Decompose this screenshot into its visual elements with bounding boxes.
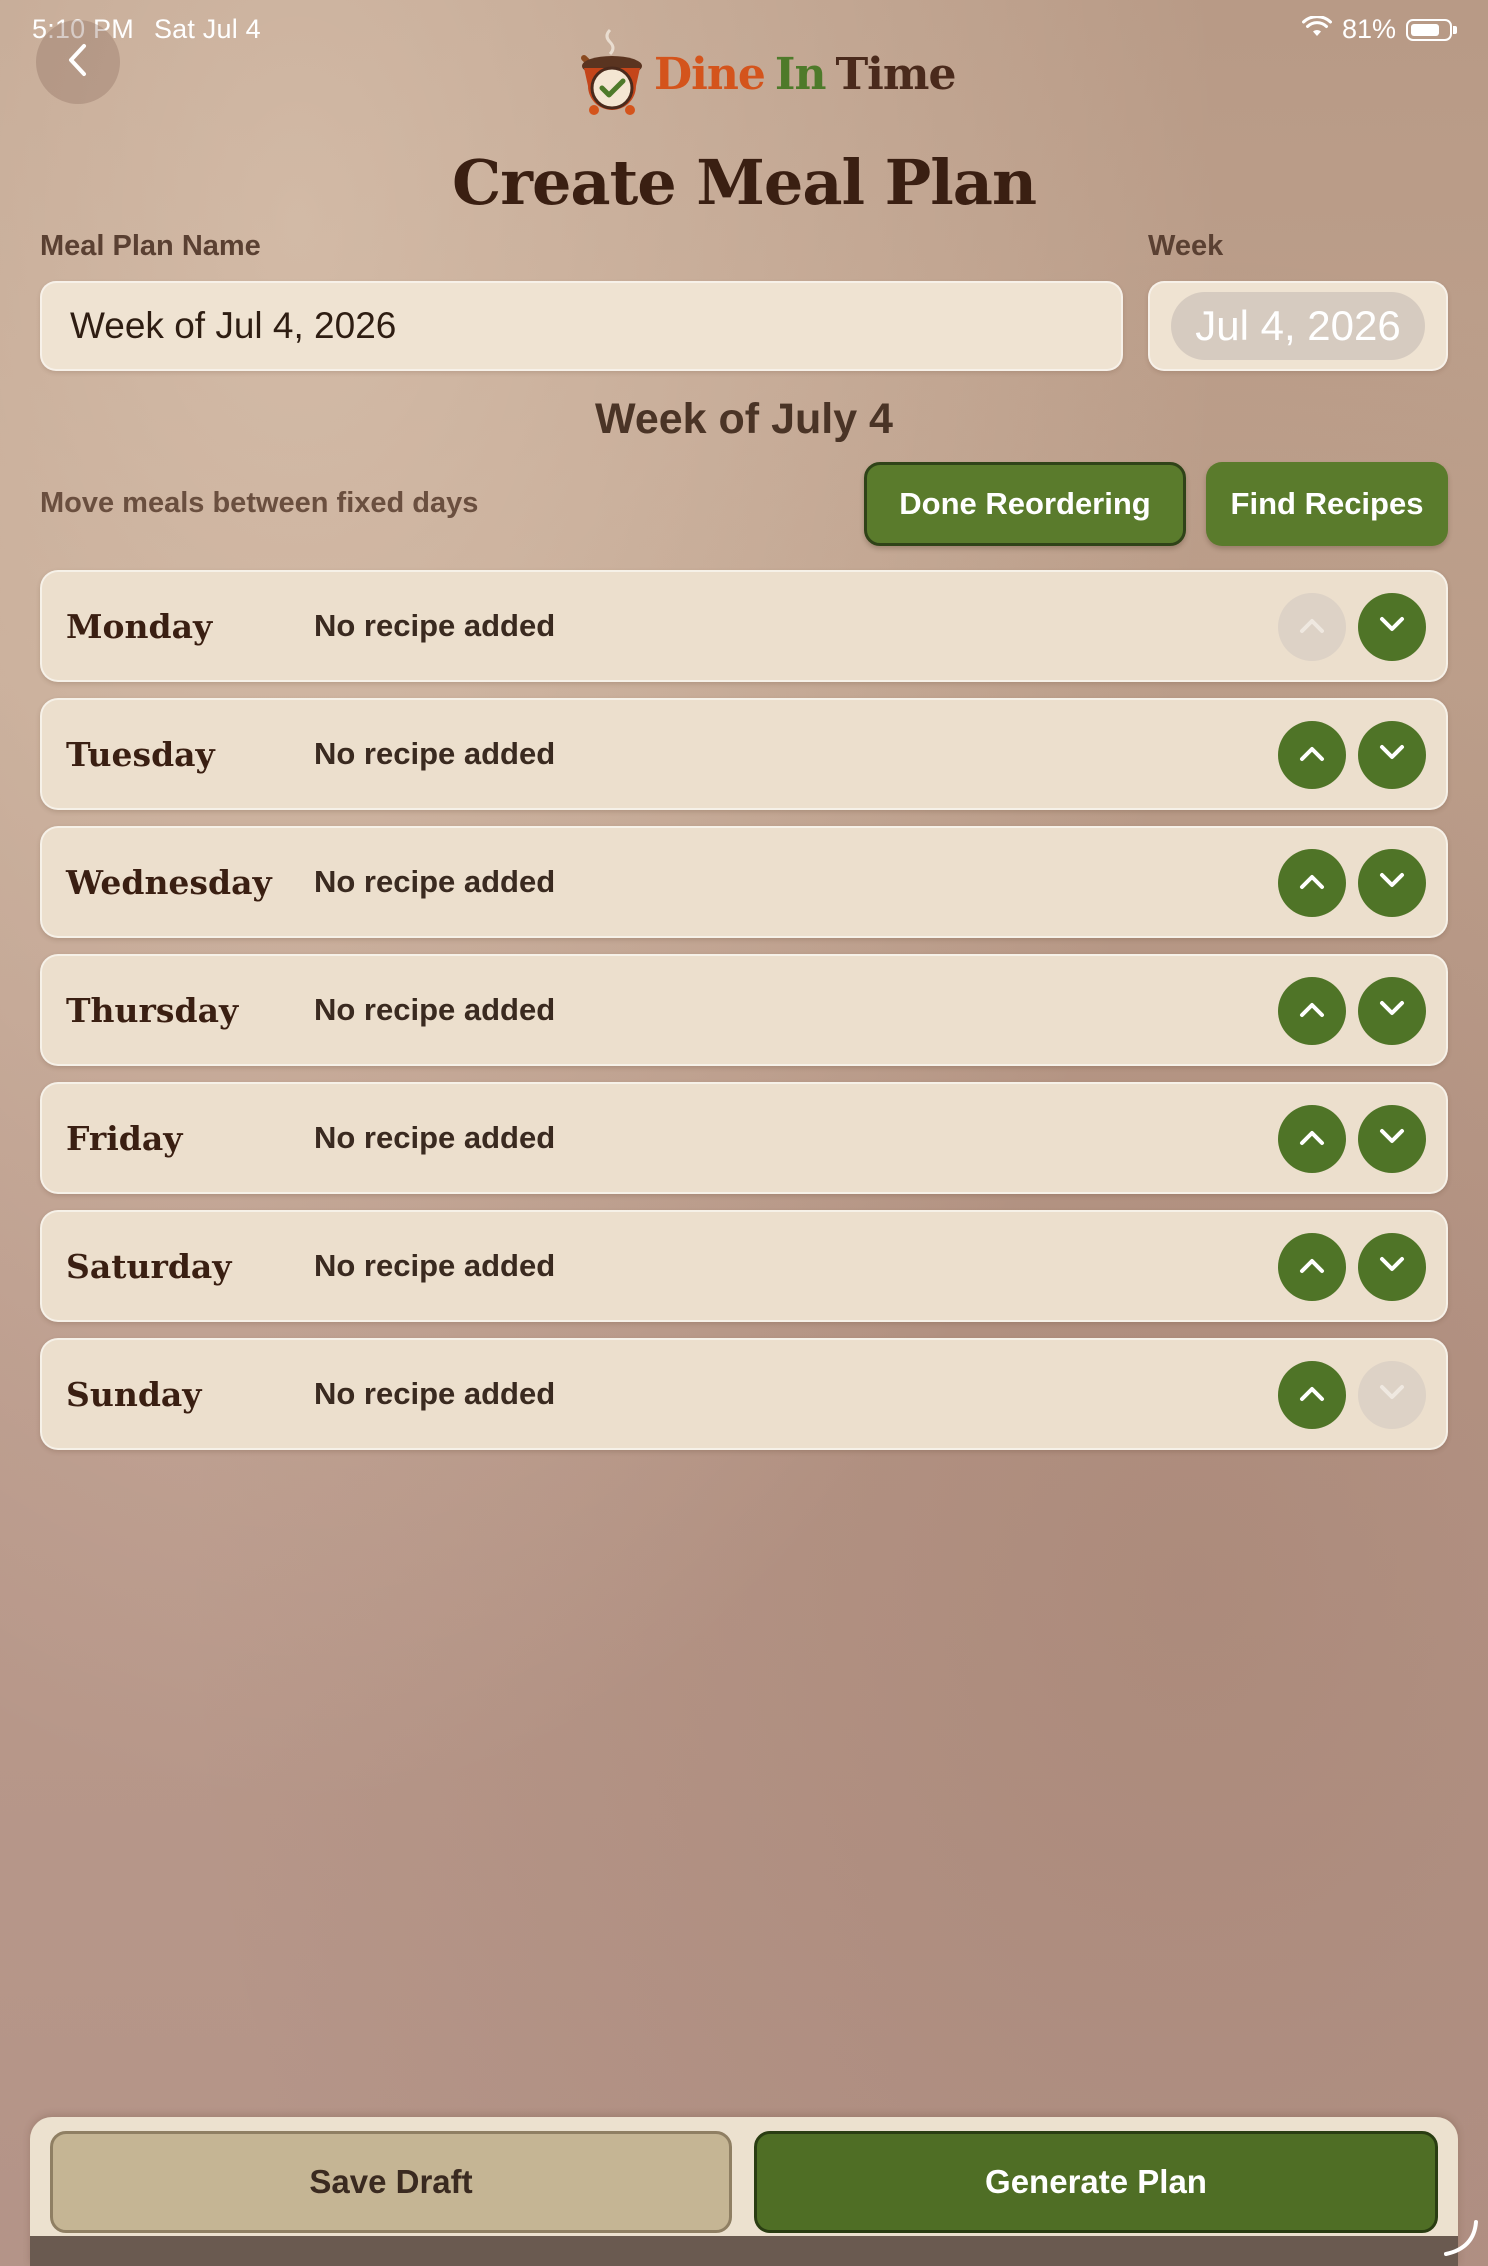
chevron-down-icon [1378, 1384, 1406, 1407]
move-down-button-sunday [1358, 1361, 1426, 1429]
day-row-thursday[interactable]: Thursday No recipe added [40, 954, 1448, 1066]
move-up-button-monday [1278, 593, 1346, 661]
logo-dine: Dine [654, 48, 766, 100]
status-bar-right: 81% [1301, 14, 1457, 45]
day-name: Wednesday [66, 862, 272, 902]
day-row-wednesday[interactable]: Wednesday No recipe added [40, 826, 1448, 938]
day-name: Saturday [66, 1246, 232, 1286]
day-name: Monday [66, 606, 213, 646]
chevron-down-icon [1378, 1000, 1406, 1023]
move-up-button-wednesday[interactable] [1278, 849, 1346, 917]
chevron-up-icon [1298, 1384, 1326, 1407]
chevron-up-icon [1298, 616, 1326, 639]
wifi-icon [1301, 14, 1332, 45]
move-up-button-saturday[interactable] [1278, 1233, 1346, 1301]
generate-plan-button[interactable]: Generate Plan [754, 2131, 1438, 2233]
day-recipe-status: No recipe added [314, 608, 556, 643]
chevron-up-icon [1298, 1000, 1326, 1023]
chevron-down-icon [1378, 872, 1406, 895]
day-row-sunday[interactable]: Sunday No recipe added [40, 1338, 1448, 1450]
chevron-down-icon [1378, 744, 1406, 767]
move-down-button-saturday[interactable] [1358, 1233, 1426, 1301]
day-recipe-status: No recipe added [314, 992, 556, 1027]
move-down-button-tuesday[interactable] [1358, 721, 1426, 789]
chevron-down-icon [1378, 1128, 1406, 1151]
logo-in: In [774, 48, 827, 100]
day-recipe-status: No recipe added [314, 1248, 556, 1283]
chevron-up-icon [1298, 1128, 1326, 1151]
day-name: Thursday [66, 990, 239, 1030]
day-name: Tuesday [66, 734, 215, 774]
day-recipe-status: No recipe added [314, 1376, 556, 1411]
find-recipes-button[interactable]: Find Recipes [1206, 462, 1448, 546]
week-date-picker[interactable]: Jul 4, 2026 [1148, 281, 1448, 371]
pot-clock-logo-icon [572, 24, 648, 125]
app-logo: Dine In Time [572, 24, 956, 125]
chevron-up-icon [1298, 1256, 1326, 1279]
chevron-up-icon [1298, 872, 1326, 895]
save-draft-button[interactable]: Save Draft [50, 2131, 732, 2233]
status-date: Sat Jul 4 [153, 14, 261, 44]
day-recipe-status: No recipe added [314, 736, 556, 771]
move-up-button-thursday[interactable] [1278, 977, 1346, 1045]
day-row-monday[interactable]: Monday No recipe added [40, 570, 1448, 682]
battery-percent: 81% [1341, 14, 1396, 44]
chevron-up-icon [1298, 744, 1326, 767]
bottom-action-bar: Save Draft Generate Plan [30, 2117, 1458, 2266]
day-row-saturday[interactable]: Saturday No recipe added [40, 1210, 1448, 1322]
move-down-button-friday[interactable] [1358, 1105, 1426, 1173]
logo-wordmark: Dine In Time [654, 48, 956, 100]
day-recipe-status: No recipe added [314, 1120, 556, 1155]
day-name: Sunday [66, 1374, 202, 1414]
week-heading: Week of July 4 [595, 395, 893, 443]
reorder-hint: Move meals between fixed days [40, 487, 479, 519]
back-button[interactable] [36, 20, 120, 104]
done-reordering-button[interactable]: Done Reordering [864, 462, 1186, 546]
day-row-friday[interactable]: Friday No recipe added [40, 1082, 1448, 1194]
chevron-left-icon [67, 43, 89, 82]
chevron-down-icon [1378, 616, 1406, 639]
week-date-value: Jul 4, 2026 [1171, 292, 1425, 360]
day-recipe-status: No recipe added [314, 864, 556, 899]
resize-handle-icon[interactable] [1440, 2218, 1480, 2258]
day-row-tuesday[interactable]: Tuesday No recipe added [40, 698, 1448, 810]
meal-plan-name-label: Meal Plan Name [40, 230, 261, 262]
day-name: Friday [66, 1118, 183, 1158]
battery-icon [1406, 18, 1457, 41]
week-label: Week [1148, 230, 1224, 262]
meal-plan-name-value: Week of Jul 4, 2026 [70, 305, 397, 346]
move-down-button-wednesday[interactable] [1358, 849, 1426, 917]
move-up-button-friday[interactable] [1278, 1105, 1346, 1173]
move-up-button-sunday[interactable] [1278, 1361, 1346, 1429]
move-up-button-tuesday[interactable] [1278, 721, 1346, 789]
chevron-down-icon [1378, 1256, 1406, 1279]
move-down-button-monday[interactable] [1358, 593, 1426, 661]
move-down-button-thursday[interactable] [1358, 977, 1426, 1045]
page-title: Create Meal Plan [451, 146, 1037, 219]
meal-plan-name-input[interactable]: Week of Jul 4, 2026 [40, 281, 1123, 371]
logo-time: Time [835, 48, 956, 100]
